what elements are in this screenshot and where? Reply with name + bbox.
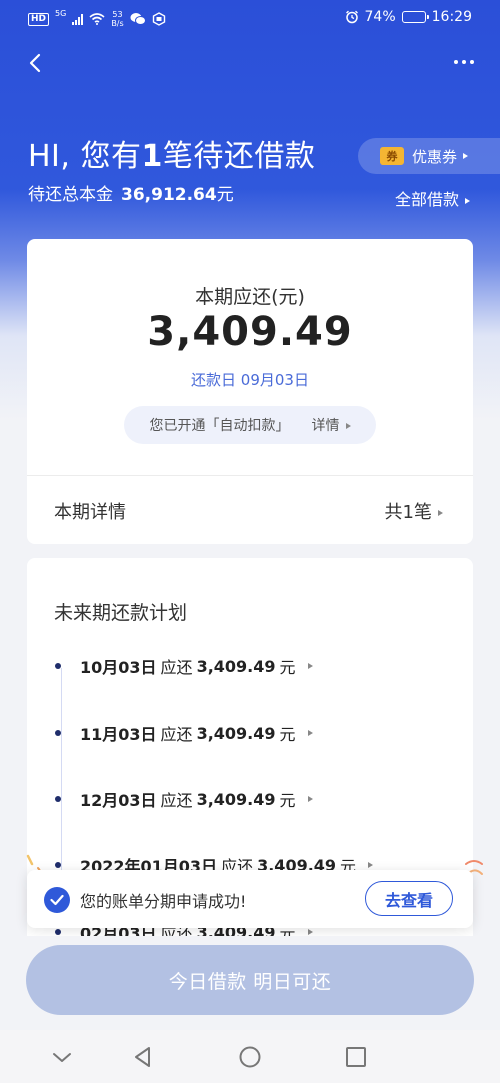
more-icon[interactable] bbox=[454, 60, 474, 64]
coupon-icon: 券 bbox=[380, 147, 404, 165]
network-gen: 5G bbox=[55, 9, 67, 18]
page-title: HI, 您有1笔待还借款 bbox=[28, 139, 316, 174]
system-nav-bar bbox=[0, 1030, 500, 1083]
network-speed: 53 B/s bbox=[111, 10, 124, 28]
nav-back-icon[interactable] bbox=[131, 1045, 155, 1069]
auto-pay-detail-link[interactable]: 详情 bbox=[312, 415, 351, 435]
future-plan-title: 未来期还款计划 bbox=[54, 602, 188, 624]
current-due-label: 本期应还(元) bbox=[195, 286, 305, 308]
all-loans-link[interactable]: 全部借款 bbox=[395, 186, 470, 210]
view-button[interactable]: 去查看 bbox=[365, 881, 453, 916]
current-detail-label[interactable]: 本期详情 bbox=[54, 498, 126, 524]
arrow-right-icon bbox=[307, 929, 313, 935]
battery-icon bbox=[401, 11, 429, 23]
battery-percent: 74% bbox=[364, 9, 396, 25]
arrow-right-icon bbox=[345, 423, 351, 429]
due-date: 还款日 09月03日 bbox=[191, 371, 309, 389]
arrow-right-icon bbox=[438, 510, 443, 516]
current-detail-count[interactable]: 共1笔 bbox=[385, 498, 443, 524]
coupon-button[interactable]: 券 优惠券 bbox=[358, 138, 500, 174]
arrow-right-icon bbox=[463, 153, 469, 159]
check-icon bbox=[44, 887, 70, 913]
arrow-right-icon bbox=[465, 197, 470, 204]
plan-item[interactable]: 11月03日 应还 3,409.49 元 bbox=[55, 721, 313, 745]
arrow-right-icon bbox=[307, 663, 313, 669]
arrow-right-icon bbox=[307, 796, 313, 802]
timeline-dot bbox=[55, 929, 61, 935]
timeline-dot bbox=[55, 796, 61, 802]
arrow-right-icon bbox=[368, 862, 374, 868]
alarm-icon bbox=[345, 10, 358, 24]
current-bill-card: 本期应还(元) 3,409.49 还款日 09月03日 您已开通「自动扣款」 详… bbox=[27, 239, 473, 544]
timeline-dot bbox=[55, 862, 61, 868]
plan-item[interactable]: 10月03日 应还 3,409.49 元 bbox=[55, 654, 313, 678]
borrow-button[interactable]: 今日借款 明日可还 bbox=[26, 945, 474, 1015]
app-notification-icon bbox=[152, 12, 165, 26]
hd-indicator: HD bbox=[28, 12, 50, 26]
wechat-icon bbox=[130, 13, 146, 25]
divider bbox=[27, 475, 473, 476]
chevron-down-icon[interactable] bbox=[50, 1045, 74, 1069]
status-bar: HD 5G 53 B/s 74% 16:29 bbox=[0, 0, 500, 38]
principal-summary: 待还总本金 36,912.64元 bbox=[28, 185, 234, 205]
back-icon[interactable] bbox=[26, 53, 46, 73]
timeline-dot bbox=[55, 663, 61, 669]
success-toast: 您的账单分期申请成功! 去查看 bbox=[27, 870, 473, 928]
nav-recents-icon[interactable] bbox=[344, 1045, 368, 1069]
signal-icon bbox=[72, 13, 84, 25]
coupon-label: 优惠券 bbox=[412, 147, 458, 166]
clock: 16:29 bbox=[431, 9, 472, 25]
auto-pay-status[interactable]: 您已开通「自动扣款」 详情 bbox=[124, 406, 376, 444]
timeline-dot bbox=[55, 730, 61, 736]
current-due-amount: 3,409.49 bbox=[147, 309, 353, 355]
toast-message: 您的账单分期申请成功! bbox=[80, 892, 247, 911]
wifi-icon bbox=[89, 13, 105, 25]
arrow-right-icon bbox=[307, 730, 313, 736]
plan-item[interactable]: 12月03日 应还 3,409.49 元 bbox=[55, 787, 313, 811]
nav-home-icon[interactable] bbox=[238, 1045, 262, 1069]
